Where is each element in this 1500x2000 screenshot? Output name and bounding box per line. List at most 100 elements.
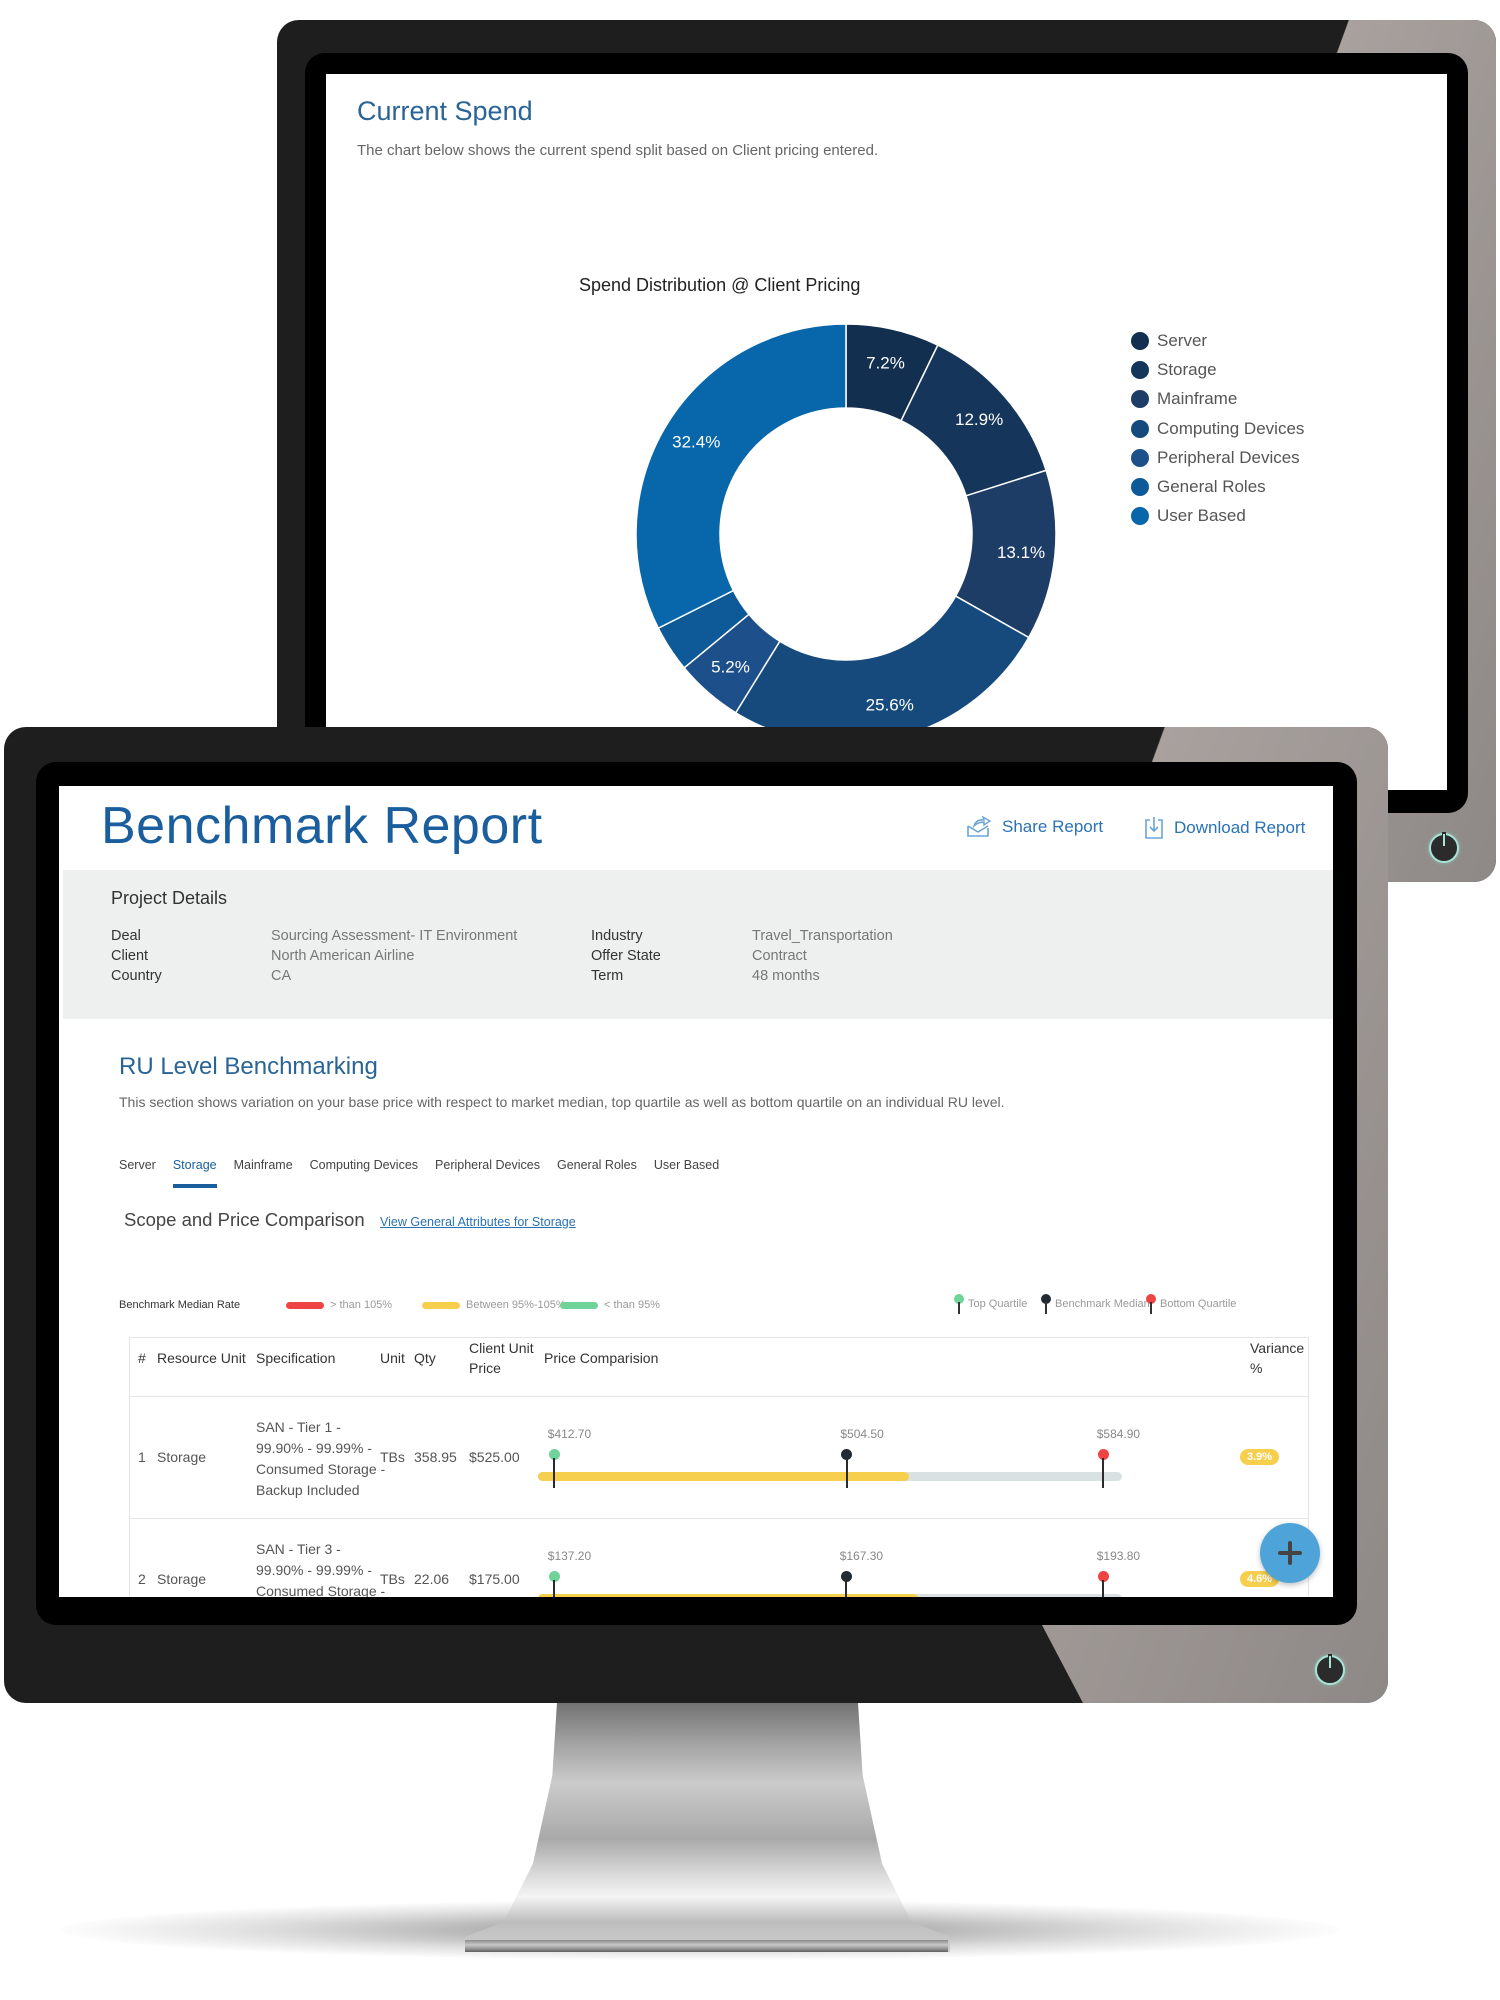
tab-storage[interactable]: Storage — [172, 1158, 217, 1188]
project-details-title: Project Details — [111, 888, 228, 908]
legend-dot — [1131, 360, 1149, 379]
marker-stem — [553, 1580, 556, 1597]
marker-legend-item: Top Quartile — [954, 1294, 1027, 1314]
legend-item[interactable]: Peripheral Devices — [1131, 443, 1304, 472]
resource-unit: Storage — [157, 1449, 207, 1465]
share-report-label: Share Report — [1002, 817, 1104, 836]
power-icon[interactable] — [1429, 832, 1459, 863]
monitor-stand — [465, 1700, 950, 1952]
detail-label: Offer State — [591, 948, 661, 964]
share-icon — [966, 816, 992, 838]
rate-legend-label: < than 95% — [604, 1299, 660, 1311]
bottom-quartile-label: $584.90 — [1096, 1427, 1141, 1441]
donut-slice-computing-devices[interactable] — [734, 595, 1030, 745]
legend-item[interactable]: Server — [1131, 326, 1304, 355]
row-number: 1 — [138, 1449, 146, 1465]
row-number: 2 — [138, 1571, 146, 1587]
detail-label: Industry — [591, 928, 643, 944]
detail-label: Deal — [111, 928, 141, 944]
quantity: 22.06 — [414, 1571, 450, 1587]
tab-user-based[interactable]: User Based — [654, 1158, 719, 1172]
legend-item[interactable]: General Roles — [1131, 472, 1304, 501]
tab-computing-devices[interactable]: Computing Devices — [310, 1158, 418, 1172]
download-report-button[interactable]: Download Report — [1144, 816, 1305, 840]
unit: TBs — [380, 1449, 405, 1465]
legend-dot — [1131, 390, 1149, 409]
back-monitor-screen: Current Spend The chart below shows the … — [326, 74, 1447, 790]
legend-item[interactable]: Computing Devices — [1131, 414, 1304, 443]
legend-item[interactable]: User Based — [1131, 502, 1304, 531]
pin-stem — [958, 1302, 960, 1314]
price-fill — [538, 1472, 909, 1481]
legend-label: User Based — [1157, 506, 1246, 526]
col-header-variance-line2: % — [1250, 1360, 1263, 1376]
marker-stem — [1102, 1458, 1105, 1488]
pin-stem — [1150, 1302, 1152, 1314]
marker-stem — [1102, 1580, 1105, 1597]
col-header-price-comparison: Price Comparision — [544, 1350, 659, 1366]
resource-unit: Storage — [157, 1571, 207, 1587]
rate-legend-item: < than 95% — [560, 1299, 660, 1311]
project-details-panel: Project Details Deal Sourcing Assessment-… — [63, 870, 1333, 1019]
tab-server[interactable]: Server — [119, 1158, 156, 1172]
specification-line: SAN - Tier 1 - — [256, 1419, 341, 1435]
tab-mainframe[interactable]: Mainframe — [234, 1158, 293, 1172]
price-comparison-bar: $137.20 $167.30 $193.80 — [524, 1549, 1140, 1597]
tab-general-roles[interactable]: General Roles — [557, 1158, 637, 1172]
specification: SAN - Tier 1 - 99.90% - 99.99% - Consumed … — [256, 1417, 385, 1501]
rate-swatch — [286, 1301, 324, 1309]
add-button[interactable] — [1260, 1523, 1320, 1583]
legend-label: Computing Devices — [1157, 418, 1305, 438]
marker-legend-item: Benchmark Median — [1041, 1294, 1150, 1314]
legend-dot — [1131, 478, 1149, 497]
category-tabs: Server Storage Mainframe Computing Devices P… — [119, 1158, 719, 1188]
pin-stem — [1045, 1302, 1047, 1314]
marker-legend-label: Bottom Quartile — [1160, 1298, 1237, 1310]
legend-item[interactable]: Mainframe — [1131, 385, 1304, 414]
chart-title: Spend Distribution @ Client Pricing — [579, 275, 861, 295]
col-header-resource-unit: Resource Unit — [157, 1350, 246, 1366]
detail-label: Country — [111, 968, 162, 984]
col-header-specification: Specification — [256, 1350, 336, 1366]
front-monitor: Benchmark Report Share Report Download R… — [4, 727, 1388, 1703]
price-fill — [538, 1594, 918, 1597]
legend-label: General Roles — [1157, 477, 1266, 497]
marker-legend-item: Bottom Quartile — [1146, 1294, 1236, 1314]
col-header-client-unit-price: Client Unit Price — [469, 1338, 534, 1378]
col-header-unit: Unit — [380, 1350, 405, 1366]
ru-benchmarking-subtitle: This section shows variation on your bas… — [119, 1094, 1005, 1110]
legend-item[interactable]: Storage — [1131, 355, 1304, 384]
pin-icon — [1041, 1294, 1051, 1314]
col-header-qty: Qty — [414, 1350, 436, 1366]
specification-line: Backup Included — [256, 1482, 360, 1498]
tab-peripheral-devices[interactable]: Peripheral Devices — [435, 1158, 540, 1172]
detail-value: Travel_Transportation — [752, 928, 893, 944]
marker-legend-label: Benchmark Median — [1055, 1298, 1150, 1310]
donut-slice-label: 32.4% — [672, 433, 720, 452]
specification-line: 99.90% - 99.99% - — [256, 1440, 372, 1456]
detail-value: Contract — [752, 948, 807, 964]
marker-legend-label: Top Quartile — [968, 1298, 1028, 1310]
variance-badge: 3.9% — [1240, 1449, 1280, 1465]
share-report-button[interactable]: Share Report — [966, 816, 1103, 838]
power-icon[interactable] — [1315, 1654, 1345, 1685]
col-header-client-unit-price-line1: Client Unit — [469, 1340, 534, 1356]
front-monitor-screen: Benchmark Report Share Report Download R… — [59, 786, 1333, 1597]
chart-legend: Server Storage Mainframe Computing Devices P… — [1131, 326, 1304, 531]
legend-dot — [1131, 507, 1149, 526]
donut-slice-user-based[interactable] — [635, 323, 847, 630]
detail-value: Sourcing Assessment- IT Environment — [271, 928, 518, 944]
specification: SAN - Tier 3 - 99.90% - 99.99% - Consumed … — [256, 1539, 385, 1597]
pin-icon — [1146, 1294, 1156, 1314]
detail-value: CA — [271, 968, 292, 984]
rate-legend-label: > than 105% — [330, 1299, 393, 1311]
bottom-quartile-marker — [1097, 1449, 1109, 1488]
col-header-number: # — [138, 1350, 146, 1366]
view-general-attributes-link[interactable]: View General Attributes for Storage — [380, 1215, 576, 1229]
col-header-variance-line1: Variance — [1250, 1340, 1305, 1356]
marker-stem — [553, 1458, 556, 1488]
pin-icon — [954, 1294, 964, 1314]
specification-line: Consumed Storage - — [256, 1583, 386, 1597]
donut-slice-label: 13.1% — [997, 543, 1045, 562]
quantity: 358.95 — [414, 1449, 457, 1465]
